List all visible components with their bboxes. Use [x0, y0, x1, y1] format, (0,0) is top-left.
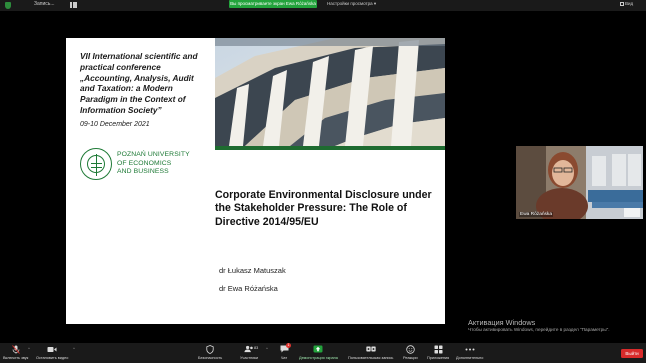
grid-icon[interactable]: [70, 2, 77, 8]
presentation-title: Corporate Environmental Disclosure under…: [215, 189, 432, 228]
author: dr Łukasz Matuszak: [219, 266, 286, 275]
conference-dates: 09-10 December 2021: [80, 121, 150, 128]
share-screen-label: Демонстрация экрана: [299, 356, 338, 360]
stop-video-label: Остановить видео: [36, 356, 69, 360]
participant-name: Ewa Różańska: [519, 212, 553, 217]
caret-icon[interactable]: ^: [266, 346, 268, 351]
reactions-icon: [405, 344, 415, 354]
building-photo: [215, 38, 445, 146]
leave-meeting-button[interactable]: Выйти: [621, 349, 643, 358]
unmute-button[interactable]: Включить звук: [3, 344, 28, 360]
video-camera-icon: [47, 344, 57, 354]
unmute-label: Включить звук: [3, 356, 29, 360]
university-name-line: AND BUSINESS: [117, 168, 169, 176]
view-grid-icon: [620, 1, 624, 6]
chat-icon: 1: [279, 343, 291, 354]
share-screen-icon: [313, 344, 323, 354]
university-name-line: POZNAŃ UNIVERSITY: [117, 151, 190, 158]
record-button[interactable]: Пользовательская запись: [348, 344, 393, 360]
conference-title: VII International scientific and practic…: [80, 51, 198, 115]
chat-badge: 1: [286, 343, 291, 348]
chat-button[interactable]: 1 Чат: [279, 343, 291, 360]
security-button[interactable]: Безопасность: [198, 344, 222, 360]
more-label: Дополнительно: [456, 356, 484, 360]
top-bar: Запись... Вы просматриваете экран Ewa Ró…: [0, 0, 646, 11]
shield-icon: [205, 344, 215, 354]
university-name: POZNAŃ UNIVERSITY OF ECONOMICS AND BUSIN…: [117, 151, 190, 177]
participants-label: Участники: [240, 356, 259, 360]
apps-icon: [433, 344, 443, 354]
caret-icon[interactable]: ^: [28, 346, 30, 351]
view-options-dropdown[interactable]: Настройки просмотра ▾: [327, 1, 376, 7]
activation-title: Активация Windows: [468, 318, 536, 327]
more-icon: [465, 344, 475, 354]
reactions-button[interactable]: Реакции: [403, 344, 418, 360]
author: dr Ewa Różańska: [219, 284, 278, 293]
reactions-label: Реакции: [403, 356, 418, 360]
mic-muted-icon: [11, 344, 21, 354]
share-screen-button[interactable]: Демонстрация экрана: [299, 344, 338, 360]
view-button[interactable]: Вид: [620, 1, 633, 6]
meeting-toolbar: Включить звук ^ Остановить видео ^ Безоп…: [0, 343, 646, 363]
share-banner: Вы просматриваете экран Ewa Różańska: [229, 0, 317, 8]
record-icon: [366, 344, 376, 354]
security-label: Безопасность: [198, 356, 223, 360]
participants-icon: [244, 344, 254, 354]
more-button[interactable]: Дополнительно: [456, 344, 483, 360]
participant-video[interactable]: Ewa Różańska: [516, 146, 643, 219]
record-label: Пользовательская запись: [348, 356, 394, 360]
shield-icon[interactable]: [5, 2, 11, 9]
chat-label: Чат: [280, 356, 288, 360]
participants-count: 83: [254, 346, 259, 350]
apps-label: Приложения: [427, 356, 450, 360]
shared-slide: VII International scientific and practic…: [66, 38, 445, 324]
caret-icon[interactable]: ^: [73, 346, 75, 351]
divider: [215, 146, 445, 150]
university-name-line: OF ECONOMICS: [117, 159, 172, 167]
apps-button[interactable]: Приложения: [427, 344, 449, 360]
stop-video-button[interactable]: Остановить видео: [36, 344, 68, 360]
activation-message: Чтобы активировать Windows, перейдите в …: [468, 327, 610, 332]
recording-label[interactable]: Запись...: [34, 1, 55, 7]
university-logo-icon: [80, 148, 112, 180]
